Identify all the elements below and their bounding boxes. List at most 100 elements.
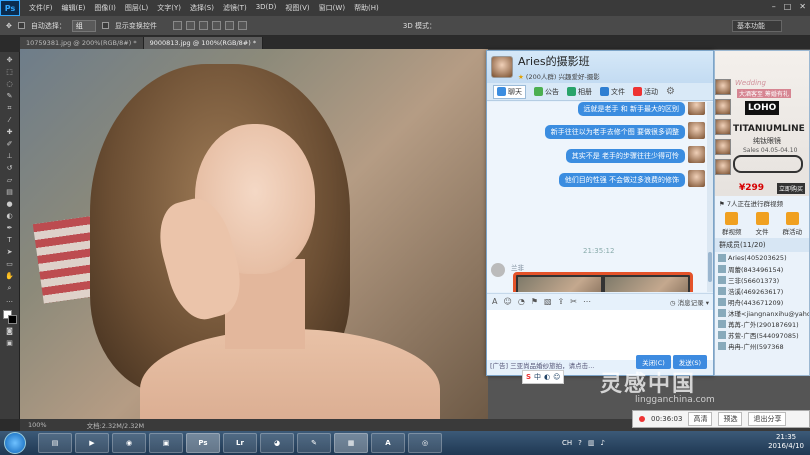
- group-activity-button[interactable]: 群活动: [783, 212, 802, 236]
- screen-mode-icon[interactable]: ▣: [4, 339, 16, 348]
- align-top-icon[interactable]: [172, 21, 182, 30]
- network-icon[interactable]: ▥: [588, 439, 595, 447]
- ad-thumb[interactable]: [715, 159, 731, 175]
- quick-select-icon[interactable]: ✎: [4, 92, 16, 101]
- background-color[interactable]: [7, 315, 17, 324]
- menu-layer[interactable]: 图层(L): [125, 3, 148, 13]
- gradient-icon[interactable]: ▤: [4, 188, 16, 197]
- lasso-icon[interactable]: ◌: [4, 80, 16, 89]
- maximize-icon[interactable]: □: [784, 2, 792, 11]
- member-item[interactable]: 浩溪(469263617): [715, 285, 809, 296]
- align-right-icon[interactable]: [237, 21, 247, 30]
- ad-buy-button[interactable]: 立即购买: [777, 183, 806, 194]
- brush-icon[interactable]: ✐: [4, 140, 16, 149]
- chrome-icon[interactable]: ◉: [112, 433, 146, 453]
- exit-share-button[interactable]: 退出分享: [748, 412, 787, 426]
- align-bottom-icon[interactable]: [198, 21, 208, 30]
- ad-thumb[interactable]: [715, 139, 731, 155]
- minimize-icon[interactable]: –: [772, 2, 776, 11]
- font-icon[interactable]: A: [492, 297, 497, 306]
- menu-image[interactable]: 图像(I): [94, 3, 116, 13]
- start-button[interactable]: [4, 432, 26, 454]
- ad-thumb[interactable]: [715, 99, 731, 115]
- group-video-button[interactable]: 群视频: [722, 212, 742, 236]
- tab-doc-1[interactable]: 10759381.jpg @ 200%(RGB/8#) *: [20, 37, 144, 49]
- more-icon[interactable]: ⋯: [583, 297, 591, 306]
- hand-icon[interactable]: ✋: [4, 272, 16, 281]
- chat-history[interactable]: 远就是老手 和 新手最大的区别 新手往往以为老手去修个图 要做很多调整 其实不是…: [487, 102, 707, 292]
- notepad-icon[interactable]: ✎: [297, 433, 331, 453]
- eraser-icon[interactable]: ▱: [4, 176, 16, 185]
- eyedropper-icon[interactable]: ⁄: [4, 116, 16, 125]
- volume-icon[interactable]: ♪: [601, 439, 605, 447]
- gift-icon[interactable]: ⚑: [531, 297, 538, 306]
- member-avatar[interactable]: [688, 122, 705, 139]
- language-indicator[interactable]: CH: [562, 439, 572, 447]
- menu-file[interactable]: 文件(F): [29, 3, 53, 13]
- qq-icon[interactable]: ◕: [260, 433, 294, 453]
- acrobat-icon[interactable]: A: [371, 433, 405, 453]
- image-thumb-1[interactable]: [518, 277, 601, 292]
- photo-viewer-icon[interactable]: ▦: [334, 433, 368, 453]
- marquee-icon[interactable]: ⬚: [4, 68, 16, 77]
- member-item[interactable]: 周蕾(843496154): [715, 263, 809, 274]
- member-item[interactable]: 苒苒-广外(290187691): [715, 318, 809, 329]
- type-icon[interactable]: T: [4, 236, 16, 245]
- member-avatar[interactable]: [688, 146, 705, 163]
- ime-toolbar[interactable]: S 中 ◐ ☺: [522, 370, 565, 384]
- zoom-icon[interactable]: ⌕: [4, 284, 16, 293]
- move-icon[interactable]: ✥: [4, 56, 16, 65]
- member-item[interactable]: Aries(405203625): [715, 252, 809, 263]
- lightroom-icon[interactable]: Lr: [223, 433, 257, 453]
- crop-icon[interactable]: ⌗: [4, 104, 16, 113]
- explorer-icon[interactable]: ▤: [38, 433, 72, 453]
- scroll-thumb[interactable]: [708, 252, 712, 282]
- member-avatar[interactable]: [688, 170, 705, 187]
- blur-icon[interactable]: ●: [4, 200, 16, 209]
- upload-icon[interactable]: ⇪: [558, 297, 565, 306]
- member-item[interactable]: 沐瑾<jiangnanxihu@yahoo: [715, 307, 809, 318]
- menu-filter[interactable]: 滤镜(T): [223, 3, 247, 13]
- close-icon[interactable]: ✕: [799, 2, 806, 11]
- ad-thumb[interactable]: [715, 79, 731, 95]
- screenshot-icon[interactable]: ✂: [570, 297, 577, 306]
- menu-help[interactable]: 帮助(H): [354, 3, 379, 13]
- menu-type[interactable]: 文字(Y): [157, 3, 181, 13]
- tab-activity[interactable]: 活动: [633, 87, 658, 97]
- tab-doc-2[interactable]: 9000813.jpg @ 100%(RGB/8#) *: [143, 37, 264, 49]
- recorder-icon[interactable]: ◎: [408, 433, 442, 453]
- group-avatar[interactable]: [491, 56, 513, 78]
- group-name[interactable]: Aries的摄影班: [518, 53, 600, 69]
- show-transform-checkbox[interactable]: [101, 22, 109, 29]
- help-icon[interactable]: ?: [578, 439, 582, 447]
- video-notice[interactable]: ⚑ 7人正在进行群视频: [715, 196, 809, 210]
- auto-select-checkbox[interactable]: [17, 22, 25, 29]
- menu-select[interactable]: 选择(S): [190, 3, 214, 13]
- group-file-button[interactable]: 文件: [755, 212, 769, 236]
- menu-view[interactable]: 视图(V): [285, 3, 309, 13]
- ad-thumb[interactable]: [715, 119, 731, 135]
- history-brush-icon[interactable]: ↺: [4, 164, 16, 173]
- align-left-icon[interactable]: [211, 21, 221, 30]
- dodge-icon[interactable]: ◐: [4, 212, 16, 221]
- zoom-level[interactable]: 100%: [28, 421, 47, 429]
- member-item[interactable]: 冉冉-广州(597368: [715, 340, 809, 351]
- image-thumb-2[interactable]: [605, 277, 688, 292]
- message-history-button[interactable]: ◷ 消息记录 ▾: [670, 297, 709, 307]
- ad-banner[interactable]: Wedding 大酒客至 筹婚有礼 LOHO TITANIUMLINE 纯钛眼镜…: [715, 51, 809, 196]
- healing-icon[interactable]: ✚: [4, 128, 16, 137]
- stamp-icon[interactable]: ⊥: [4, 152, 16, 161]
- shake-icon[interactable]: ◔: [518, 297, 525, 306]
- pen-icon[interactable]: ✒: [4, 224, 16, 233]
- media-player-icon[interactable]: ▶: [75, 433, 109, 453]
- settings-gear-icon[interactable]: ⚙: [666, 86, 675, 97]
- preview-button[interactable]: 预选: [718, 412, 743, 426]
- member-item[interactable]: 三非(56601373): [715, 274, 809, 285]
- tab-files[interactable]: 文件: [600, 87, 625, 97]
- align-middle-icon[interactable]: [185, 21, 195, 30]
- color-swatches[interactable]: [2, 310, 17, 324]
- image-message[interactable]: [513, 272, 693, 292]
- clock[interactable]: 21:35 2016/4/10: [768, 433, 804, 451]
- shape-icon[interactable]: ▭: [4, 260, 16, 269]
- emoji-icon[interactable]: ☺: [503, 297, 511, 306]
